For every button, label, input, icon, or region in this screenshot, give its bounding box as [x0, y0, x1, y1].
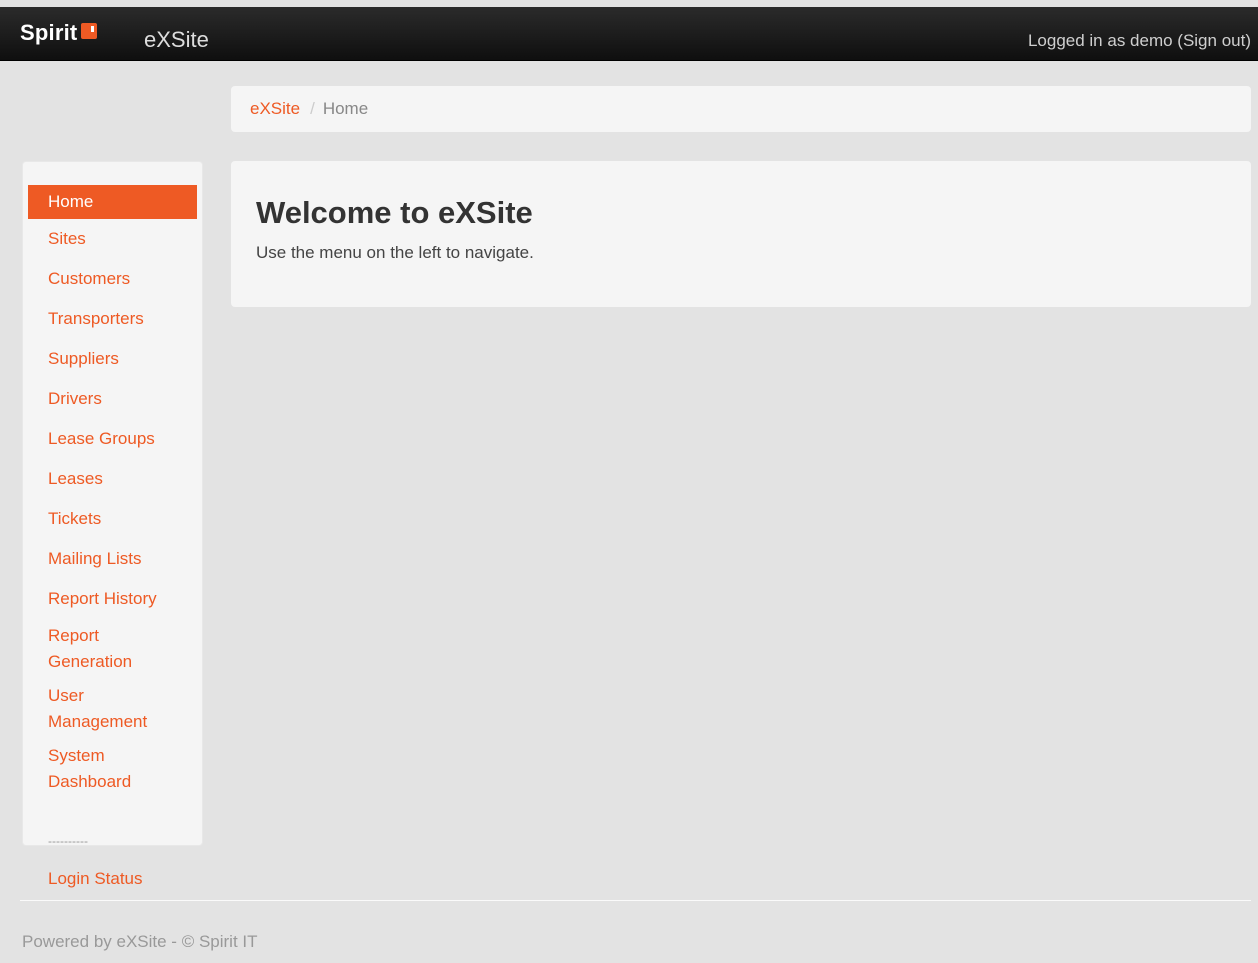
top-navbar: Spirit eXSite Logged in as demo (Sign ou…	[0, 7, 1258, 61]
welcome-panel: Welcome to eXSite Use the menu on the le…	[231, 161, 1251, 307]
sidebar-divider: ----------	[48, 834, 88, 848]
sidebar-item-sites[interactable]: Sites	[28, 219, 197, 259]
sidebar-item-leases[interactable]: Leases	[28, 459, 197, 499]
sidebar-item-home[interactable]: Home	[28, 185, 197, 219]
sidebar-item-login-status[interactable]: Login Status	[28, 859, 197, 899]
sidebar-item-mailing-lists[interactable]: Mailing Lists	[28, 539, 197, 579]
sidebar-item-transporters[interactable]: Transporters	[28, 299, 197, 339]
sidebar-item-system-dashboard[interactable]: System Dashboard	[28, 739, 158, 799]
brand-word: Spirit	[20, 20, 78, 45]
breadcrumb: eXSite / Home	[231, 86, 1251, 132]
sign-out-link[interactable]: Logged in as demo (Sign out)	[1028, 31, 1251, 51]
page-title: Welcome to eXSite	[256, 195, 533, 230]
breadcrumb-current: Home	[322, 99, 369, 118]
sidebar-item-drivers[interactable]: Drivers	[28, 379, 197, 419]
page-instructions: Use the menu on the left to navigate.	[256, 243, 534, 262]
spirit-logo[interactable]: Spirit	[20, 20, 98, 46]
breadcrumb-root-link[interactable]: eXSite	[250, 99, 300, 118]
breadcrumb-separator: /	[310, 99, 315, 118]
footer-divider	[20, 900, 1251, 901]
app-name-link[interactable]: eXSite	[144, 27, 209, 53]
logo-square-icon	[81, 23, 98, 39]
sidebar-item-lease-groups[interactable]: Lease Groups	[28, 419, 197, 459]
sidebar-item-customers[interactable]: Customers	[28, 259, 197, 299]
sidebar-item-tickets[interactable]: Tickets	[28, 499, 197, 539]
sidebar-item-suppliers[interactable]: Suppliers	[28, 339, 197, 379]
sidebar-item-report-generation[interactable]: Report Generation	[28, 619, 158, 679]
sidebar-item-report-history[interactable]: Report History	[28, 579, 197, 619]
footer-text: Powered by eXSite - © Spirit IT	[22, 932, 258, 951]
sidebar-item-user-management[interactable]: User Management	[28, 679, 158, 739]
sidebar-nav: Home Sites Customers Transporters Suppli…	[22, 161, 203, 888]
